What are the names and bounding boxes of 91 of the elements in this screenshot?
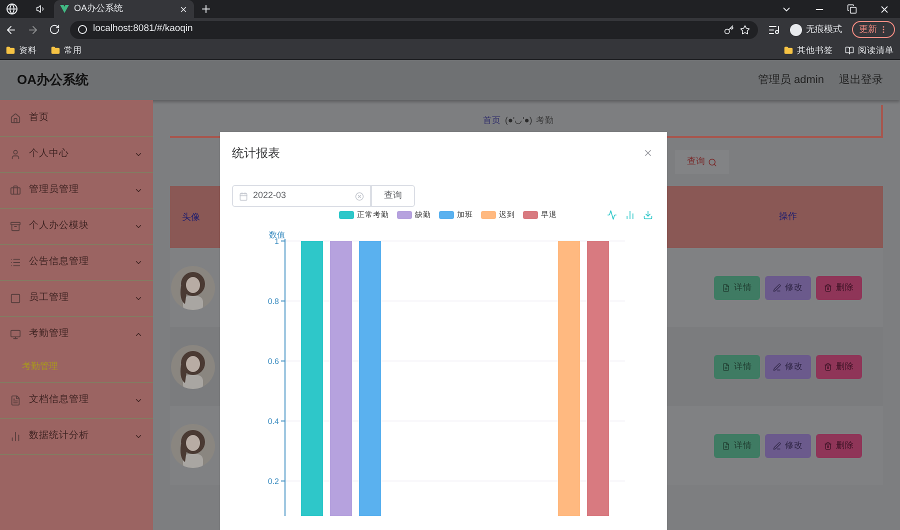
action-icon [722, 284, 730, 292]
tick-label: 1 [274, 237, 279, 246]
action-button[interactable]: 删除 [816, 276, 862, 300]
tick-label: 0.2 [268, 477, 279, 486]
menu-icon [10, 221, 21, 232]
query-button[interactable]: 查询 [371, 185, 415, 207]
star-icon[interactable] [740, 24, 750, 34]
new-tab-icon[interactable] [200, 3, 212, 15]
chevron-icon [134, 396, 143, 405]
chevron-icon [134, 258, 143, 267]
browser-tab[interactable]: OA办公系统 [54, 0, 194, 18]
action-icon [824, 284, 832, 292]
sidebar-item[interactable]: 管理员管理 [0, 173, 153, 208]
breadcrumb-link[interactable]: 首页 [483, 114, 501, 127]
sidebar-item[interactable]: 数据统计分析 [0, 419, 153, 454]
action-button[interactable]: 修改 [765, 354, 811, 378]
chevron-icon [134, 294, 143, 303]
logout-link[interactable]: 退出登录 [839, 72, 883, 88]
sidebar-item[interactable]: 考勤管理 [0, 317, 153, 352]
breadcrumb-separator: (●'◡'●) [505, 114, 532, 127]
globe-icon[interactable] [6, 3, 18, 15]
submenu-item[interactable]: 考勤管理 [0, 352, 153, 382]
date-field[interactable]: 2022-03 [232, 185, 371, 207]
menu-icon [10, 431, 21, 442]
sidebar-item[interactable]: 员工管理 [0, 281, 153, 316]
action-icon [773, 362, 781, 370]
close-icon[interactable] [879, 4, 890, 14]
back-icon[interactable] [5, 24, 17, 36]
action-icon [824, 442, 832, 450]
app-title: OA办公系统 [17, 71, 88, 90]
chevron-icon [134, 432, 143, 441]
breadcrumb-current: 考勤 [536, 114, 554, 127]
action-button[interactable]: 详情 [714, 434, 760, 458]
action-button[interactable]: 修改 [765, 276, 811, 300]
reading-list-icon[interactable] [768, 24, 780, 36]
vue-logo-icon [60, 5, 69, 13]
info-icon [78, 25, 87, 34]
calendar-icon [239, 192, 248, 200]
column-header: 头像 [182, 212, 200, 222]
close-icon[interactable] [179, 4, 188, 14]
menu-icon [10, 113, 21, 124]
action-button[interactable]: 删除 [816, 434, 862, 458]
chevron-icon [134, 186, 143, 195]
menu-icon [10, 329, 21, 340]
action-icon [824, 362, 832, 370]
action-button[interactable]: 详情 [714, 276, 760, 300]
chevron-icon [134, 150, 143, 159]
action-icon [722, 362, 730, 370]
user-label: 管理员 admin [758, 72, 824, 88]
tick-label: 0.4 [268, 417, 279, 426]
action-icon [773, 442, 781, 450]
folder-icon [51, 46, 60, 54]
folder-icon [784, 46, 793, 54]
speaker-icon[interactable] [36, 4, 46, 14]
sidebar-item[interactable]: 个人中心 [0, 137, 153, 172]
tick-label: 0.6 [268, 357, 279, 366]
menu-icon [10, 395, 21, 406]
key-icon[interactable] [724, 24, 734, 34]
restore-icon[interactable] [847, 4, 857, 14]
tick-label: 0.8 [268, 297, 279, 306]
menu-icon [10, 185, 21, 196]
modal-title: 统计报表 [232, 145, 280, 162]
bookmark[interactable]: 常用 [51, 44, 82, 56]
bookmark[interactable]: 其他书签 [784, 44, 833, 56]
menu-icon [10, 149, 21, 160]
action-icon [773, 284, 781, 292]
reading-list-icon [845, 46, 854, 54]
sidebar-item[interactable]: 首页 [0, 101, 153, 136]
profile-label: 无痕模式 [806, 22, 842, 36]
chevron-icon [134, 330, 143, 339]
reload-icon[interactable] [49, 24, 60, 35]
forward-icon[interactable] [27, 24, 39, 36]
search-button[interactable]: 查询 [675, 150, 729, 174]
address-field[interactable]: localhost:8081/#/kaoqin [70, 20, 758, 38]
menu-icon [10, 293, 21, 304]
action-button[interactable]: 详情 [714, 354, 760, 378]
sidebar-item[interactable]: 文档信息管理 [0, 383, 153, 418]
action-button[interactable]: 删除 [816, 354, 862, 378]
bookmark[interactable]: 资料 [6, 44, 37, 56]
action-button[interactable]: 修改 [765, 434, 811, 458]
chevron-icon [134, 222, 143, 231]
menu-icon [10, 257, 21, 268]
update-button[interactable]: 更新 [852, 21, 895, 38]
folder-icon [6, 46, 15, 54]
search-icon [708, 158, 717, 166]
sidebar-item[interactable]: 个人办公模块 [0, 209, 153, 244]
action-icon [722, 442, 730, 450]
bookmark[interactable]: 阅读清单 [845, 44, 894, 56]
axis-title: 数值 [269, 230, 285, 240]
sidebar-item[interactable]: 公告信息管理 [0, 245, 153, 280]
column-header: 操作 [778, 210, 798, 224]
